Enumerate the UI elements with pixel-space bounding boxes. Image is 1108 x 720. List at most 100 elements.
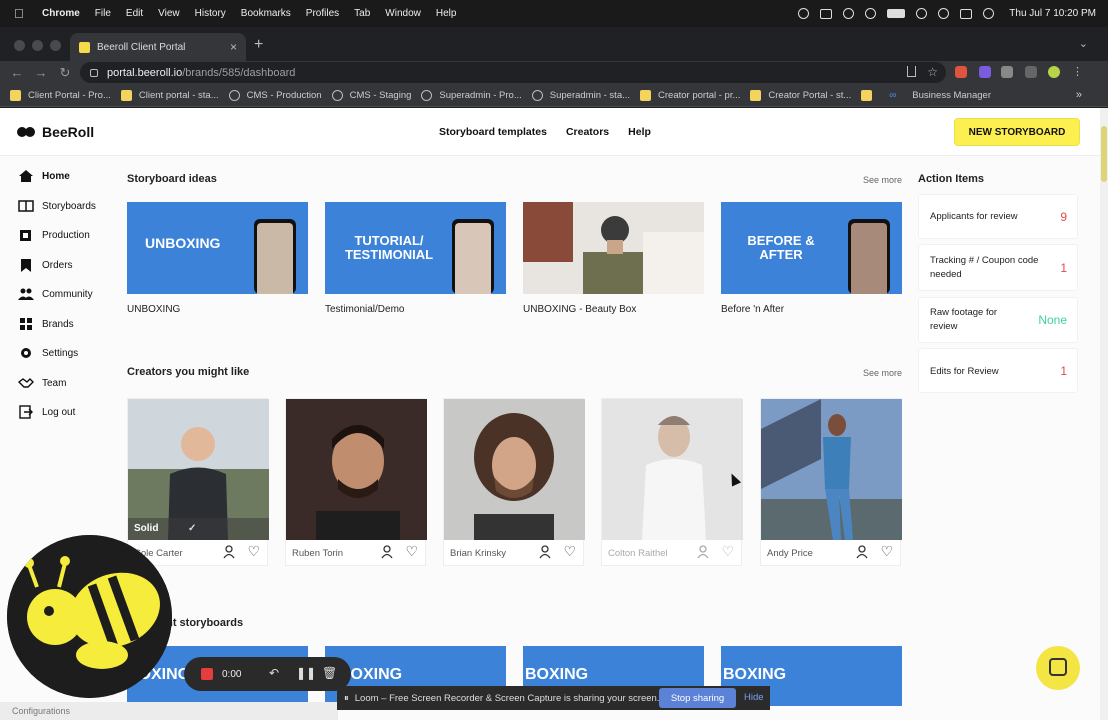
bookmark-item[interactable]: ∞ Business Manager: [889, 90, 991, 101]
page-scrollbar[interactable]: [1100, 108, 1108, 720]
siri-icon[interactable]: [983, 8, 995, 19]
new-storyboard-button[interactable]: NEW STORYBOARD: [954, 118, 1080, 146]
menu-tab[interactable]: Tab: [354, 8, 370, 19]
browser-tab[interactable]: Beeroll Client Portal ×: [70, 33, 246, 61]
sidebar-item-logout[interactable]: Log out: [18, 405, 75, 419]
microphone-icon[interactable]: [798, 8, 810, 19]
sidebar-item-storyboards[interactable]: Storyboards: [18, 199, 96, 213]
share-icon[interactable]: [907, 66, 916, 77]
bookmark-item[interactable]: Client portal - sta...: [120, 89, 219, 101]
scrollbar-thumb[interactable]: [1101, 126, 1107, 182]
creator-card[interactable]: Andy Price ♡: [760, 398, 902, 566]
heart-icon[interactable]: ♡: [880, 544, 893, 558]
creative-cloud-icon[interactable]: [843, 8, 855, 19]
lock-icon[interactable]: [90, 68, 98, 77]
sidebar-item-brands[interactable]: Brands: [18, 317, 74, 331]
bookmark-item[interactable]: CMS - Production: [228, 89, 322, 101]
bookmark-item[interactable]: CMS - Staging: [331, 89, 411, 101]
storyboard-ideas-see-more[interactable]: See more: [863, 175, 902, 185]
forward-arrow-icon[interactable]: →: [34, 65, 48, 80]
wifi-icon[interactable]: [916, 8, 928, 19]
minimize-window-button[interactable]: [32, 40, 43, 51]
heart-icon[interactable]: ♡: [721, 544, 734, 558]
apple-icon[interactable]: : [14, 6, 28, 21]
menu-edit[interactable]: Edit: [126, 8, 143, 19]
action-item-raw-footage[interactable]: Raw footage for review None: [918, 297, 1078, 343]
add-creator-icon[interactable]: [539, 545, 553, 559]
menu-view[interactable]: View: [158, 8, 180, 19]
menu-file[interactable]: File: [95, 8, 111, 19]
profile-avatar[interactable]: [1048, 66, 1060, 78]
puzzle-icon[interactable]: [1001, 66, 1013, 78]
tab-search-chevron-icon[interactable]: ⌄: [1079, 37, 1088, 50]
creator-card[interactable]: Colton Raithel ♡: [601, 398, 743, 566]
add-creator-icon[interactable]: [856, 545, 870, 559]
menu-help[interactable]: Help: [436, 8, 457, 19]
undo-icon[interactable]: ↶: [269, 666, 279, 680]
sidebar-item-orders[interactable]: Orders: [18, 258, 73, 272]
pause-icon[interactable]: ❚❚: [296, 666, 316, 680]
heart-icon[interactable]: ♡: [247, 544, 260, 558]
add-creator-icon[interactable]: [697, 545, 711, 559]
zoom-window-button[interactable]: [50, 40, 61, 51]
reload-icon[interactable]: ↻: [58, 65, 72, 81]
extension-icon[interactable]: [979, 66, 991, 78]
creators-see-more[interactable]: See more: [863, 368, 902, 378]
stop-sharing-button[interactable]: Stop sharing: [659, 688, 736, 708]
bookmark-item[interactable]: Creator portal - pr...: [640, 89, 740, 101]
action-item-edits[interactable]: Edits for Review 1: [918, 348, 1078, 393]
address-bar[interactable]: portal.beeroll.io /brands/585/dashboard …: [80, 62, 946, 83]
action-item-applicants[interactable]: Applicants for review 9: [918, 194, 1078, 239]
add-creator-icon[interactable]: [381, 545, 395, 559]
storyboard-idea-card[interactable]: UNBOXING - Beauty Box: [523, 202, 704, 315]
nav-creators[interactable]: Creators: [566, 126, 609, 138]
heart-icon[interactable]: ♡: [563, 544, 576, 558]
creator-card[interactable]: Brian Krinsky ♡: [443, 398, 585, 566]
bookmark-item[interactable]: [861, 89, 879, 101]
record-stop-icon[interactable]: [201, 668, 213, 680]
kebab-menu-icon[interactable]: ⋮: [1072, 66, 1084, 78]
search-icon[interactable]: [938, 8, 950, 19]
nav-help[interactable]: Help: [628, 126, 651, 138]
close-window-button[interactable]: [14, 40, 25, 51]
sidepanel-icon[interactable]: [1025, 66, 1037, 78]
trash-icon[interactable]: 🗑: [322, 666, 337, 680]
heart-icon[interactable]: ♡: [405, 544, 418, 558]
camera-icon[interactable]: [820, 8, 833, 19]
play-icon[interactable]: [865, 8, 877, 19]
close-tab-icon[interactable]: ×: [230, 40, 237, 54]
menu-history[interactable]: History: [195, 8, 226, 19]
chat-launcher-button[interactable]: [1036, 646, 1080, 690]
new-tab-icon[interactable]: +: [254, 36, 263, 54]
drag-handle-icon[interactable]: ⏸: [344, 693, 349, 704]
action-item-tracking[interactable]: Tracking # / Coupon code needed 1: [918, 244, 1078, 291]
sidebar-item-settings[interactable]: Settings: [18, 346, 78, 360]
menu-app-name[interactable]: Chrome: [42, 8, 80, 19]
add-creator-icon[interactable]: [223, 545, 237, 559]
extension-icon[interactable]: [955, 66, 967, 78]
menu-bookmarks[interactable]: Bookmarks: [241, 8, 291, 19]
hide-button[interactable]: Hide: [744, 692, 764, 703]
menu-clock[interactable]: Thu Jul 7 10:20 PM: [1009, 8, 1096, 19]
more-bookmarks-icon[interactable]: »: [1076, 89, 1082, 101]
sidebar-item-production[interactable]: Production: [18, 228, 90, 242]
sidebar-item-community[interactable]: Community: [18, 287, 93, 301]
storyboard-idea-card[interactable]: BEFORE & AFTER Before 'n After: [721, 202, 902, 315]
sidebar-item-team[interactable]: Team: [18, 376, 66, 390]
control-center-icon[interactable]: [960, 8, 973, 19]
bookmark-item[interactable]: Creator Portal - st...: [750, 89, 851, 101]
sidebar-item-home[interactable]: Home: [18, 169, 70, 183]
bookmark-star-icon[interactable]: ☆: [927, 65, 938, 79]
bookmark-item[interactable]: Superadmin - Pro...: [421, 89, 522, 101]
bookmark-item[interactable]: Client Portal - Pro...: [10, 89, 111, 101]
beeroll-logo[interactable]: BeeRoll: [17, 124, 94, 140]
menu-window[interactable]: Window: [385, 8, 421, 19]
storyboard-idea-card[interactable]: UNBOXING UNBOXING: [127, 202, 308, 315]
storyboard-idea-card[interactable]: TUTORIAL/ TESTIMONIAL Testimonial/Demo: [325, 202, 506, 315]
back-arrow-icon[interactable]: ←: [10, 65, 24, 80]
battery-icon[interactable]: [887, 9, 906, 18]
creator-card[interactable]: Solid ✓ Cole Carter ♡: [127, 398, 269, 566]
creator-card[interactable]: Ruben Torin ♡: [285, 398, 427, 566]
menu-profiles[interactable]: Profiles: [306, 8, 339, 19]
nav-storyboard-templates[interactable]: Storyboard templates: [439, 126, 547, 138]
